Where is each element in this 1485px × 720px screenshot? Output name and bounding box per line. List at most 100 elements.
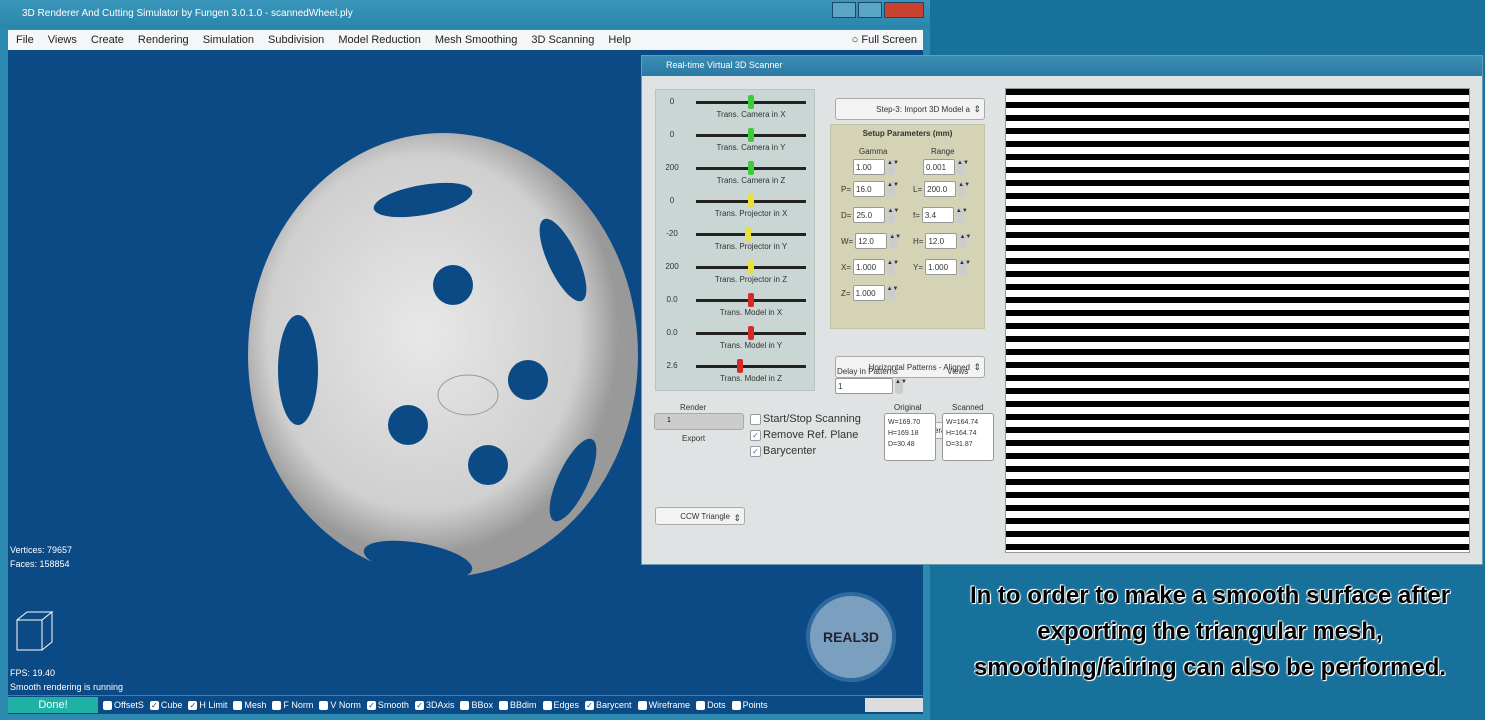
toggle-option[interactable]: Edges bbox=[542, 700, 579, 710]
toggle-checkbox[interactable] bbox=[542, 700, 552, 710]
toggle-checkbox[interactable]: ✓ bbox=[585, 700, 595, 710]
slider-track[interactable] bbox=[696, 365, 806, 368]
param-input[interactable]: 1.000 bbox=[853, 259, 886, 275]
param-spinner[interactable]: ▲▼ bbox=[959, 233, 971, 249]
param-spinner[interactable]: ▲▼ bbox=[958, 181, 970, 197]
toggle-checkbox[interactable] bbox=[696, 700, 706, 710]
menu-model-reduction[interactable]: Model Reduction bbox=[338, 34, 421, 46]
scanner-window: Real-time Virtual 3D Scanner 0 Trans. Cam… bbox=[641, 55, 1483, 565]
toggle-option[interactable]: Points bbox=[731, 700, 768, 710]
param-field: P= 16.0 ▲▼ bbox=[841, 181, 899, 197]
toggle-checkbox[interactable] bbox=[272, 700, 282, 710]
toggle-option[interactable]: Dots bbox=[696, 700, 726, 710]
close-button[interactable] bbox=[884, 2, 924, 18]
slider-value: 200 bbox=[665, 262, 679, 271]
full-screen-radio[interactable]: ○ Full Screen bbox=[852, 34, 917, 46]
range-spinner[interactable]: ▲▼ bbox=[957, 159, 969, 175]
checkbox-option[interactable]: ✓ Remove Ref. Plane bbox=[750, 429, 861, 441]
param-input[interactable]: 25.0 bbox=[853, 207, 886, 223]
toggle-checkbox[interactable] bbox=[460, 700, 470, 710]
checkbox-option[interactable]: Start/Stop Scanning bbox=[750, 413, 861, 425]
toggle-option[interactable]: V Norm bbox=[319, 700, 361, 710]
slider-thumb[interactable] bbox=[748, 128, 754, 142]
original-dims: W=169.70 H=169.18 D=30.48 bbox=[884, 413, 936, 461]
slider-value: 2.6 bbox=[666, 361, 678, 370]
menu-3d-scanning[interactable]: 3D Scanning bbox=[531, 34, 594, 46]
toggle-option[interactable]: ✓ Smooth bbox=[366, 700, 409, 710]
toggle-option[interactable]: ✓ Cube bbox=[149, 700, 183, 710]
toggle-checkbox[interactable] bbox=[731, 700, 741, 710]
done-button[interactable]: Done! bbox=[8, 697, 98, 713]
param-spinner[interactable]: ▲▼ bbox=[887, 259, 899, 275]
param-input[interactable]: 200.0 bbox=[924, 181, 957, 197]
param-input[interactable]: 3.4 bbox=[921, 207, 954, 223]
checkbox-option[interactable]: ✓ Barycenter bbox=[750, 445, 861, 457]
toggle-label: Cube bbox=[160, 700, 183, 710]
slider-thumb[interactable] bbox=[737, 359, 743, 373]
projected-wheel bbox=[1081, 177, 1391, 477]
slider-thumb[interactable] bbox=[748, 161, 754, 175]
toggle-option[interactable]: BBox bbox=[460, 700, 493, 710]
caption-text: In to order to make a smooth surface aft… bbox=[969, 582, 1451, 681]
step-dropdown[interactable]: Step-3: Import 3D Model a bbox=[835, 98, 985, 120]
minimize-button[interactable] bbox=[832, 2, 856, 18]
toggle-checkbox[interactable] bbox=[498, 700, 508, 710]
param-key: Y= bbox=[913, 262, 924, 272]
slider-thumb[interactable] bbox=[748, 194, 754, 208]
param-key: W= bbox=[841, 236, 854, 246]
toggle-option[interactable]: BBdim bbox=[498, 700, 537, 710]
maximize-button[interactable] bbox=[858, 2, 882, 18]
slider-track[interactable] bbox=[696, 233, 806, 236]
param-spinner[interactable]: ▲▼ bbox=[887, 181, 899, 197]
param-input[interactable]: 16.0 bbox=[853, 181, 886, 197]
menu-help[interactable]: Help bbox=[608, 34, 631, 46]
slider-thumb[interactable] bbox=[748, 326, 754, 340]
menu-simulation[interactable]: Simulation bbox=[203, 34, 254, 46]
menu-views[interactable]: Views bbox=[48, 34, 77, 46]
checkbox[interactable]: ✓ bbox=[750, 429, 761, 441]
param-input[interactable]: 1.000 bbox=[852, 285, 885, 301]
status-text: Smooth rendering is running bbox=[10, 682, 124, 692]
checkbox[interactable] bbox=[750, 413, 761, 425]
param-input[interactable]: 12.0 bbox=[855, 233, 888, 249]
toggle-option[interactable]: Wireframe bbox=[637, 700, 690, 710]
toggle-option[interactable]: Mesh bbox=[233, 700, 266, 710]
toggle-option[interactable]: OffsetS bbox=[103, 700, 144, 710]
menu-mesh-smoothing[interactable]: Mesh Smoothing bbox=[435, 34, 518, 46]
param-spinner[interactable]: ▲▼ bbox=[889, 233, 901, 249]
menu-create[interactable]: Create bbox=[91, 34, 124, 46]
param-input[interactable]: 1.000 bbox=[925, 259, 958, 275]
range-input[interactable]: 0.001 bbox=[923, 159, 955, 175]
slider-thumb[interactable] bbox=[748, 95, 754, 109]
param-spinner[interactable]: ▲▼ bbox=[959, 259, 971, 275]
toggle-checkbox[interactable] bbox=[319, 700, 329, 710]
delay-spinner[interactable]: ▲▼ bbox=[895, 378, 907, 394]
toggle-checkbox[interactable] bbox=[103, 700, 112, 710]
slider-thumb[interactable] bbox=[744, 227, 751, 241]
param-spinner[interactable]: ▲▼ bbox=[887, 207, 899, 223]
toggle-checkbox[interactable]: ✓ bbox=[414, 700, 424, 710]
toggle-checkbox[interactable]: ✓ bbox=[366, 700, 376, 710]
toggle-option[interactable]: ✓ Barycent bbox=[585, 700, 632, 710]
menu-subdivision[interactable]: Subdivision bbox=[268, 34, 324, 46]
slider-thumb[interactable] bbox=[748, 260, 754, 274]
param-spinner[interactable]: ▲▼ bbox=[955, 207, 968, 223]
render-slider[interactable]: 1 bbox=[654, 413, 744, 430]
gamma-spinner[interactable]: ▲▼ bbox=[887, 159, 899, 175]
slider-thumb[interactable] bbox=[748, 293, 754, 307]
toggle-checkbox[interactable]: ✓ bbox=[149, 700, 159, 710]
checkbox[interactable]: ✓ bbox=[750, 445, 761, 457]
gamma-input[interactable]: 1.00 bbox=[853, 159, 885, 175]
toggle-checkbox[interactable] bbox=[233, 700, 243, 710]
param-spinner[interactable]: ▲▼ bbox=[886, 285, 898, 301]
toggle-checkbox[interactable]: ✓ bbox=[188, 700, 198, 710]
menu-rendering[interactable]: Rendering bbox=[138, 34, 189, 46]
toggle-checkbox[interactable] bbox=[637, 700, 647, 710]
menu-file[interactable]: File bbox=[16, 34, 34, 46]
toggle-option[interactable]: ✓ 3DAxis bbox=[414, 700, 454, 710]
toggle-option[interactable]: F Norm bbox=[272, 700, 313, 710]
delay-input[interactable]: 1 bbox=[835, 378, 893, 394]
export-dropdown[interactable]: CCW Triangle bbox=[655, 507, 745, 525]
param-input[interactable]: 12.0 bbox=[925, 233, 958, 249]
toggle-option[interactable]: ✓ H Limit bbox=[188, 700, 227, 710]
